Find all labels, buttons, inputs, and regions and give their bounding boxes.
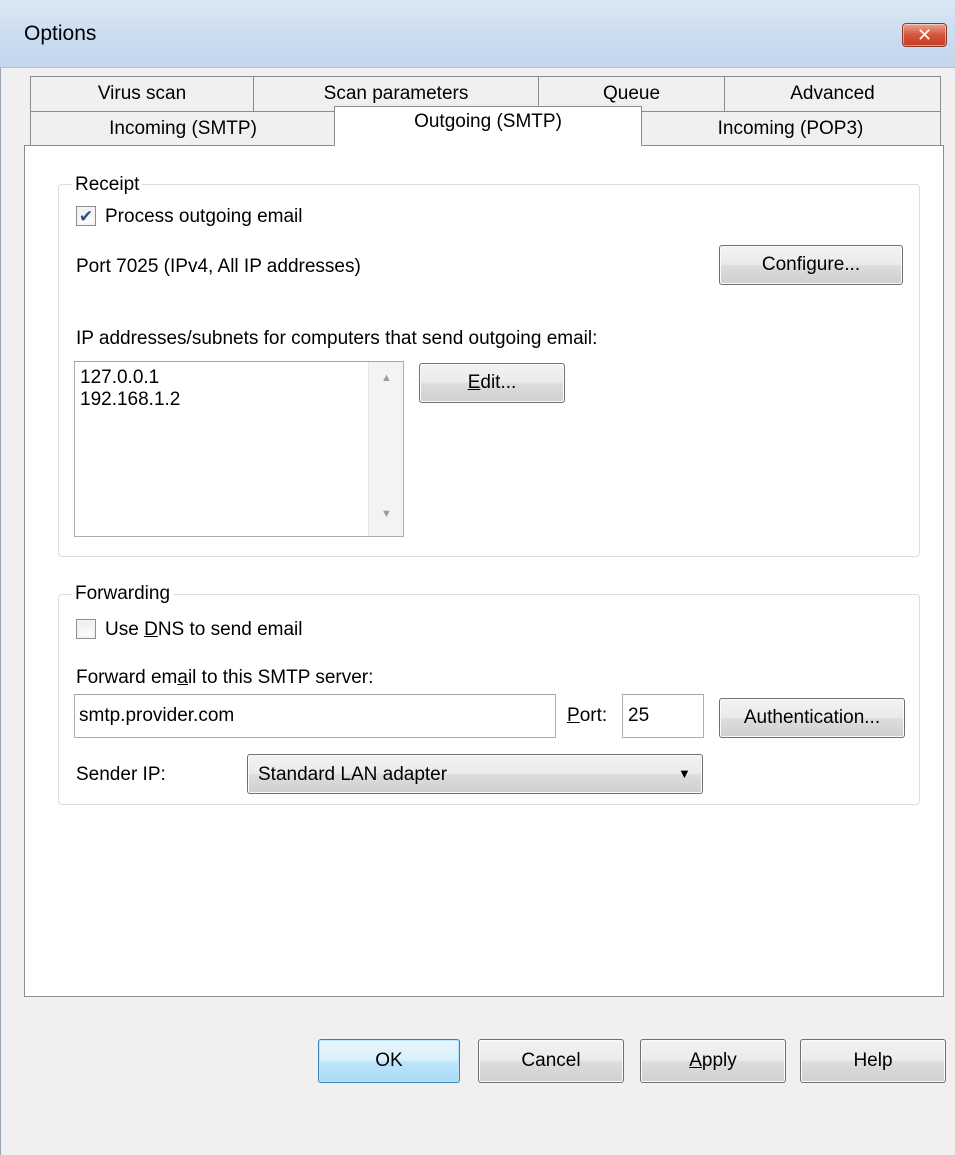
scroll-down-icon[interactable]: ▼ xyxy=(369,508,404,520)
process-outgoing-checkbox[interactable]: ✔ xyxy=(76,206,96,226)
list-scrollbar[interactable]: ▲ ▼ xyxy=(368,362,403,536)
tab-label: Advanced xyxy=(790,83,875,104)
port-value: 25 xyxy=(628,705,650,726)
tab-outgoing-smtp[interactable]: Outgoing (SMTP) xyxy=(334,106,642,147)
use-dns-label[interactable]: Use DNS to send email xyxy=(105,619,303,641)
scroll-up-icon[interactable]: ▲ xyxy=(369,372,404,384)
help-button-label: Help xyxy=(853,1050,893,1071)
use-dns-checkbox[interactable] xyxy=(76,619,96,639)
configure-button-label: Configure... xyxy=(761,254,861,275)
ok-button-label: OK xyxy=(375,1050,403,1071)
tab-virus-scan[interactable]: Virus scan xyxy=(30,76,254,112)
port-accel: P xyxy=(567,705,580,726)
ok-button[interactable]: OK xyxy=(318,1039,460,1083)
process-outgoing-label[interactable]: Process outgoing email xyxy=(105,206,303,228)
edit-button[interactable]: Edit... xyxy=(419,363,565,403)
port-input[interactable]: 25 xyxy=(622,694,704,738)
port-label: Port: xyxy=(567,705,607,727)
sender-ip-selected: Standard LAN adapter xyxy=(258,764,448,785)
forwarding-group-label: Forwarding xyxy=(72,583,174,605)
apply-button[interactable]: Apply xyxy=(640,1039,786,1083)
tab-label: Incoming (POP3) xyxy=(717,118,864,139)
use-dns-accel: D xyxy=(144,619,158,640)
smtp-server-value: smtp.provider.com xyxy=(79,705,235,726)
apply-accel: A xyxy=(689,1050,702,1071)
title-bar[interactable] xyxy=(0,0,955,68)
server-label-pre: Forward em xyxy=(76,667,178,688)
tab-label: Scan parameters xyxy=(323,83,469,104)
help-button[interactable]: Help xyxy=(800,1039,946,1083)
authentication-button[interactable]: Authentication... xyxy=(719,698,905,738)
configure-button[interactable]: Configure... xyxy=(719,245,903,285)
list-item[interactable]: 127.0.0.1 xyxy=(80,367,159,389)
edit-rest: dit... xyxy=(480,372,517,393)
list-item[interactable]: 192.168.1.2 xyxy=(80,389,180,411)
tab-label: Outgoing (SMTP) xyxy=(414,111,562,132)
port-text: Port 7025 (IPv4, All IP addresses) xyxy=(76,256,361,277)
use-dns-post: NS to send email xyxy=(157,619,303,640)
edit-accel: E xyxy=(467,372,481,393)
tab-label: Queue xyxy=(602,83,661,104)
sender-ip-label: Sender IP: xyxy=(76,764,166,785)
cancel-button-label: Cancel xyxy=(521,1050,581,1071)
close-button[interactable]: ✕ xyxy=(902,23,947,47)
server-label-post: il to this SMTP server: xyxy=(187,667,374,688)
forward-server-label: Forward email to this SMTP server: xyxy=(76,667,373,689)
ip-list-label: IP addresses/subnets for computers that … xyxy=(76,328,598,349)
use-dns-pre: Use xyxy=(105,619,145,640)
tab-label: Virus scan xyxy=(97,83,187,104)
authentication-button-label: Authentication... xyxy=(743,707,881,728)
chevron-down-icon: ▼ xyxy=(678,766,691,781)
tab-advanced[interactable]: Advanced xyxy=(724,76,941,112)
tab-incoming-pop3[interactable]: Incoming (POP3) xyxy=(640,111,941,147)
check-icon: ✔ xyxy=(78,206,94,226)
tab-incoming-smtp[interactable]: Incoming (SMTP) xyxy=(30,111,336,147)
ip-address-list[interactable]: 127.0.0.1 192.168.1.2 ▲ ▼ xyxy=(74,361,404,537)
sender-ip-dropdown[interactable]: Standard LAN adapter ▼ xyxy=(247,754,703,794)
tab-label: Incoming (SMTP) xyxy=(109,118,257,139)
cancel-button[interactable]: Cancel xyxy=(478,1039,624,1083)
window-title: Options xyxy=(24,22,97,45)
close-icon: ✕ xyxy=(916,25,933,45)
port-label-post: ort: xyxy=(579,705,608,726)
receipt-group-label: Receipt xyxy=(72,174,143,196)
smtp-server-input[interactable]: smtp.provider.com xyxy=(74,694,556,738)
server-label-accel: a xyxy=(177,667,188,688)
apply-rest: pply xyxy=(701,1050,737,1071)
